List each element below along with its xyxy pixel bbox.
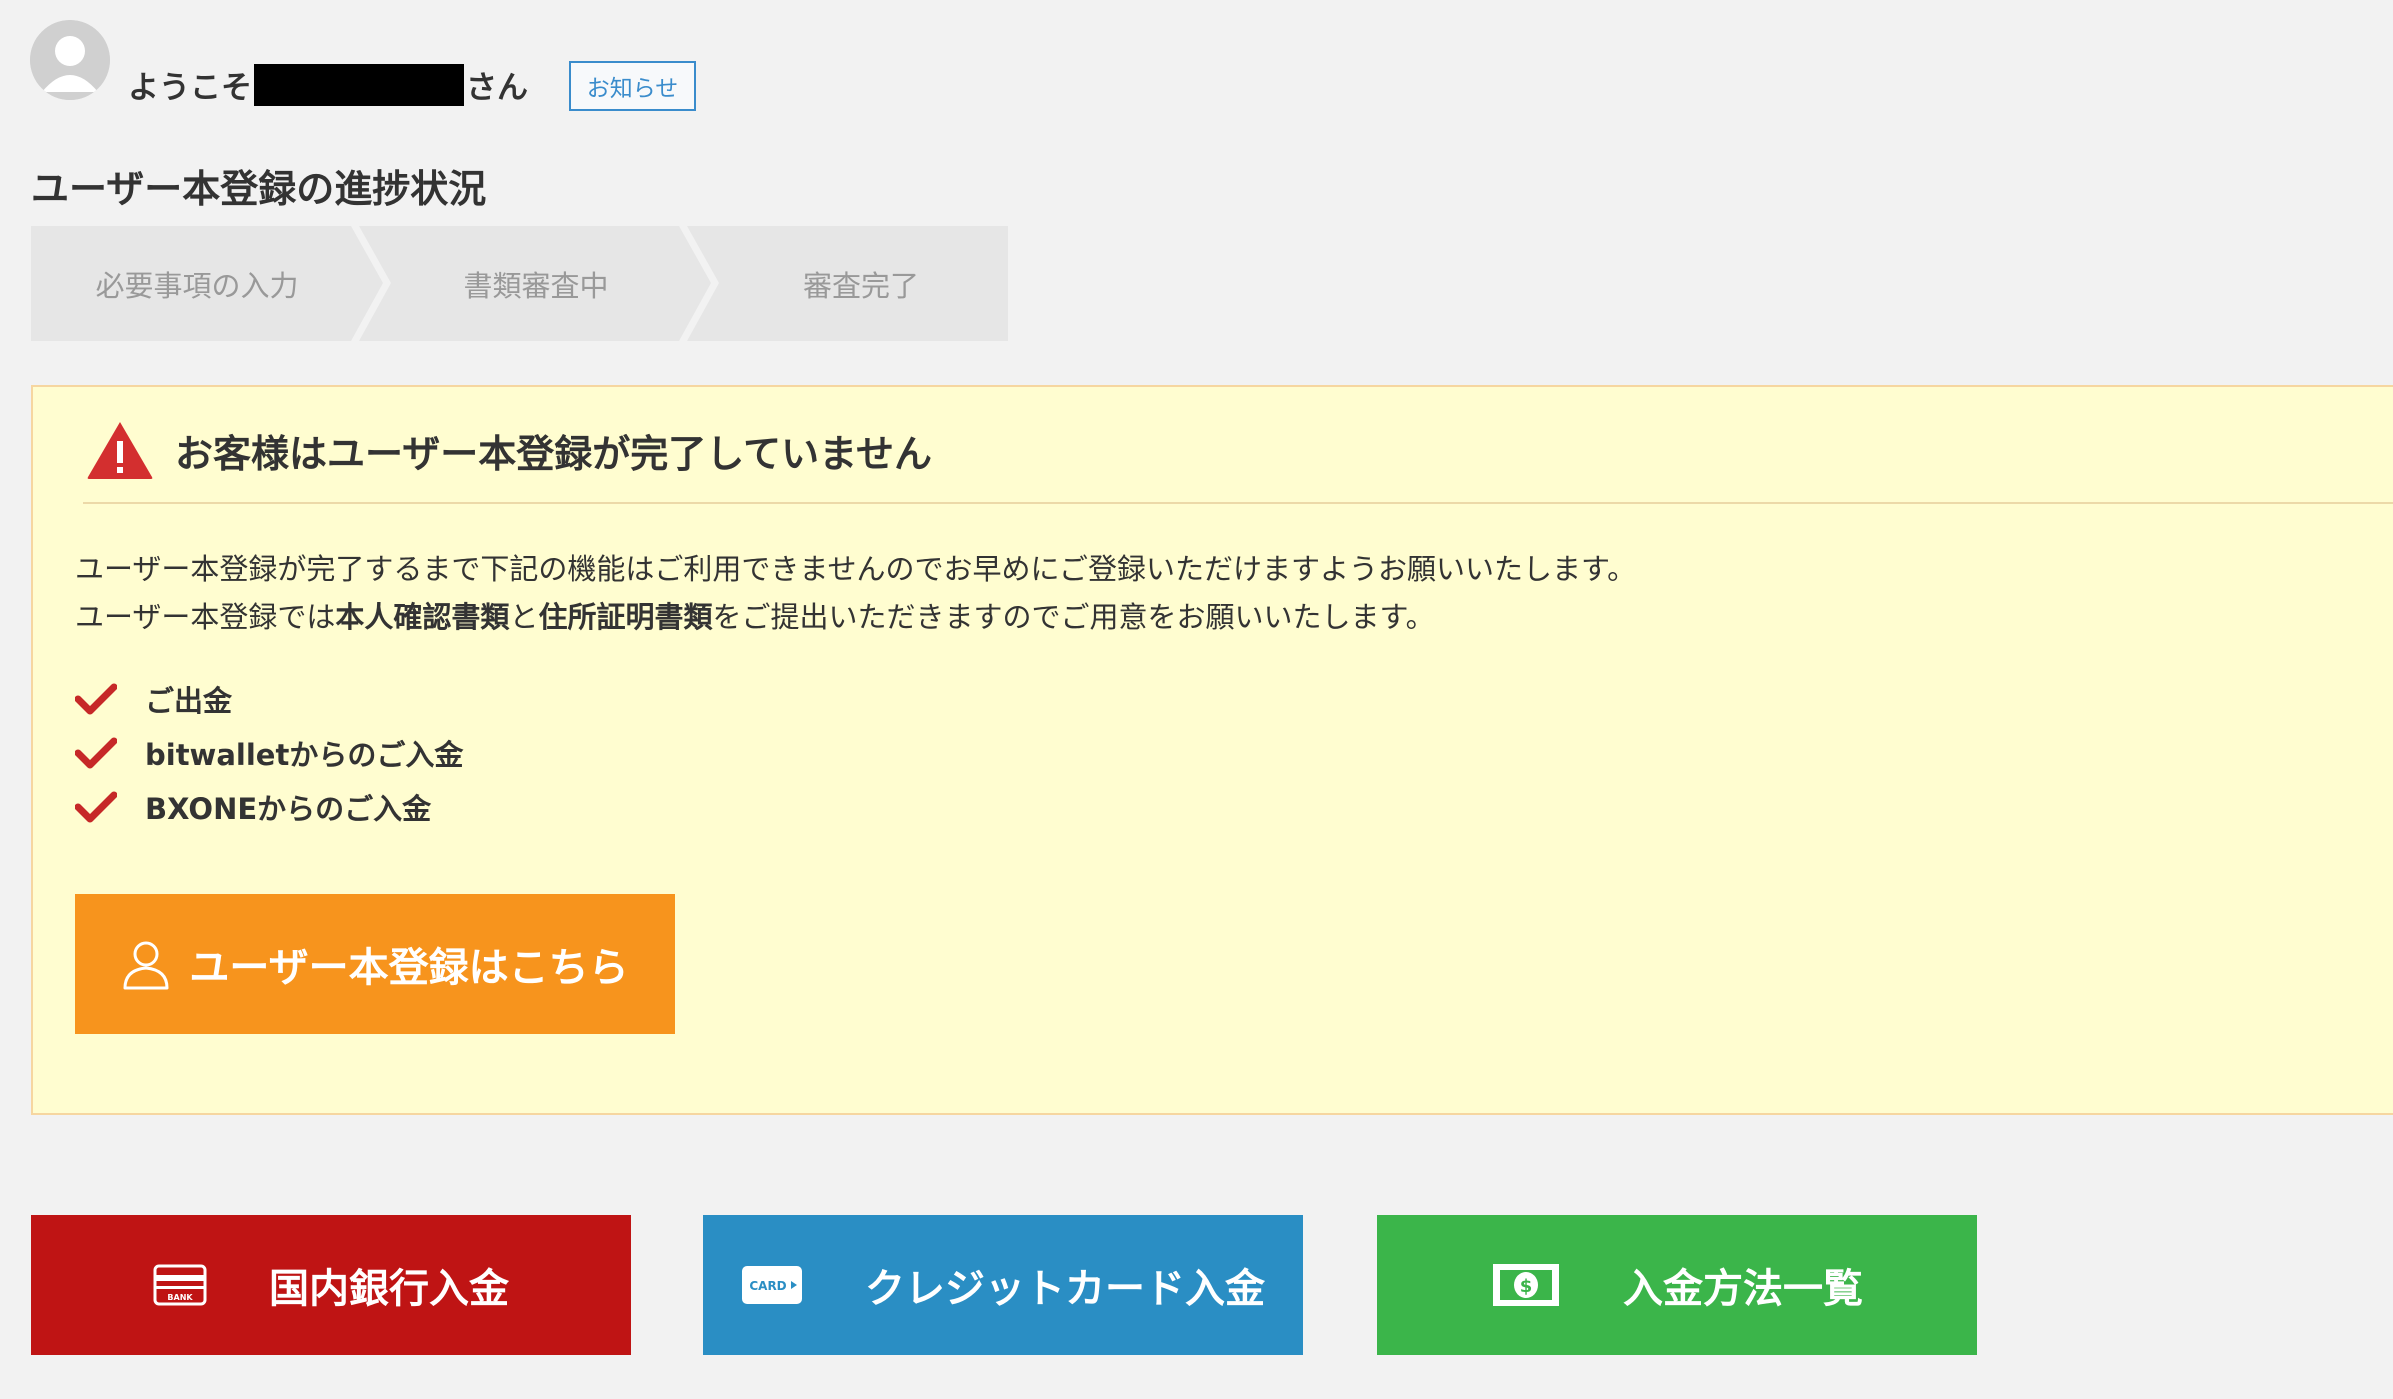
step-document-review: 書類審査中 xyxy=(463,268,609,303)
alert-text-identity-docs: 本人確認書類 xyxy=(335,600,510,634)
bank-card-icon: BANK xyxy=(153,1264,207,1306)
list-item: ご出金 xyxy=(75,672,463,726)
warning-triangle-icon xyxy=(87,422,153,479)
user-avatar-icon xyxy=(30,20,110,100)
feature-label: BXONEからのご入金 xyxy=(145,792,432,826)
user-outline-icon xyxy=(123,941,169,990)
list-item: bitwalletからのご入金 xyxy=(75,726,463,780)
alert-title: お客様はユーザー本登録が完了していません xyxy=(175,431,932,476)
step-input-required: 必要事項の入力 xyxy=(95,268,299,303)
step-review-complete: 審査完了 xyxy=(802,268,919,303)
credit-card-deposit-button[interactable]: CARD クレジットカード入金 xyxy=(703,1215,1303,1355)
list-item: BXONEからのご入金 xyxy=(75,780,463,834)
alert-body: ユーザー本登録が完了するまで下記の機能はご利用できませんのでお早めにご登録いただ… xyxy=(75,545,1636,641)
feature-label: ご出金 xyxy=(145,684,233,718)
check-icon xyxy=(75,791,117,823)
check-icon xyxy=(75,683,117,715)
alert-text-line-1: ユーザー本登録が完了するまで下記の機能はご利用できませんのでお早めにご登録いただ… xyxy=(75,552,1637,586)
redacted-username xyxy=(254,63,464,106)
alert-text-address-docs: 住所証明書類 xyxy=(538,600,713,634)
register-button-label: ユーザー本登録はこちら xyxy=(189,945,629,991)
registration-stepper: 必要事項の入力 書類審査中 審査完了 xyxy=(31,226,1008,341)
alert-divider xyxy=(83,502,2393,504)
card-icon-text: CARD xyxy=(749,1279,786,1293)
credit-card-deposit-label: クレジットカード入金 xyxy=(865,1266,1265,1312)
money-icon-text: $ xyxy=(1520,1276,1533,1297)
registration-alert-panel: お客様はユーザー本登録が完了していません ユーザー本登録が完了するまで下記の機能… xyxy=(31,385,2393,1115)
alert-text-part: ユーザー本登録では xyxy=(75,600,336,634)
check-icon xyxy=(75,737,117,769)
alert-text-part: をご提出いただきますのでご用意をお願いいたします。 xyxy=(712,600,1435,634)
bank-icon-text: BANK xyxy=(167,1293,193,1302)
register-button[interactable]: ユーザー本登録はこちら xyxy=(75,894,675,1034)
welcome-suffix: さん xyxy=(466,70,528,106)
deposit-methods-label: 入金方法一覧 xyxy=(1623,1266,1863,1312)
credit-card-icon: CARD xyxy=(742,1266,802,1304)
alert-text-part: と xyxy=(509,600,539,634)
deposit-methods-button[interactable]: $ 入金方法一覧 xyxy=(1377,1215,1977,1355)
header: ようこそ さん お知らせ xyxy=(30,20,930,111)
welcome-message: ようこそ さん xyxy=(128,62,528,107)
notice-button[interactable]: お知らせ xyxy=(569,61,696,111)
restricted-feature-list: ご出金 bitwalletからのご入金 BXONEからのご入金 xyxy=(75,672,463,834)
alert-text-line-2: ユーザー本登録では本人確認書類と住所証明書類をご提出いただきますのでご用意をお願… xyxy=(75,593,1636,641)
alert-header: お客様はユーザー本登録が完了していません xyxy=(85,419,932,481)
money-bill-icon: $ xyxy=(1493,1264,1559,1306)
feature-label: bitwalletからのご入金 xyxy=(145,738,464,772)
bank-deposit-button[interactable]: BANK 国内銀行入金 xyxy=(31,1215,631,1355)
bank-deposit-label: 国内銀行入金 xyxy=(269,1266,509,1312)
welcome-prefix: ようこそ xyxy=(128,70,252,106)
progress-title: ユーザー本登録の進捗状況 xyxy=(31,167,487,211)
